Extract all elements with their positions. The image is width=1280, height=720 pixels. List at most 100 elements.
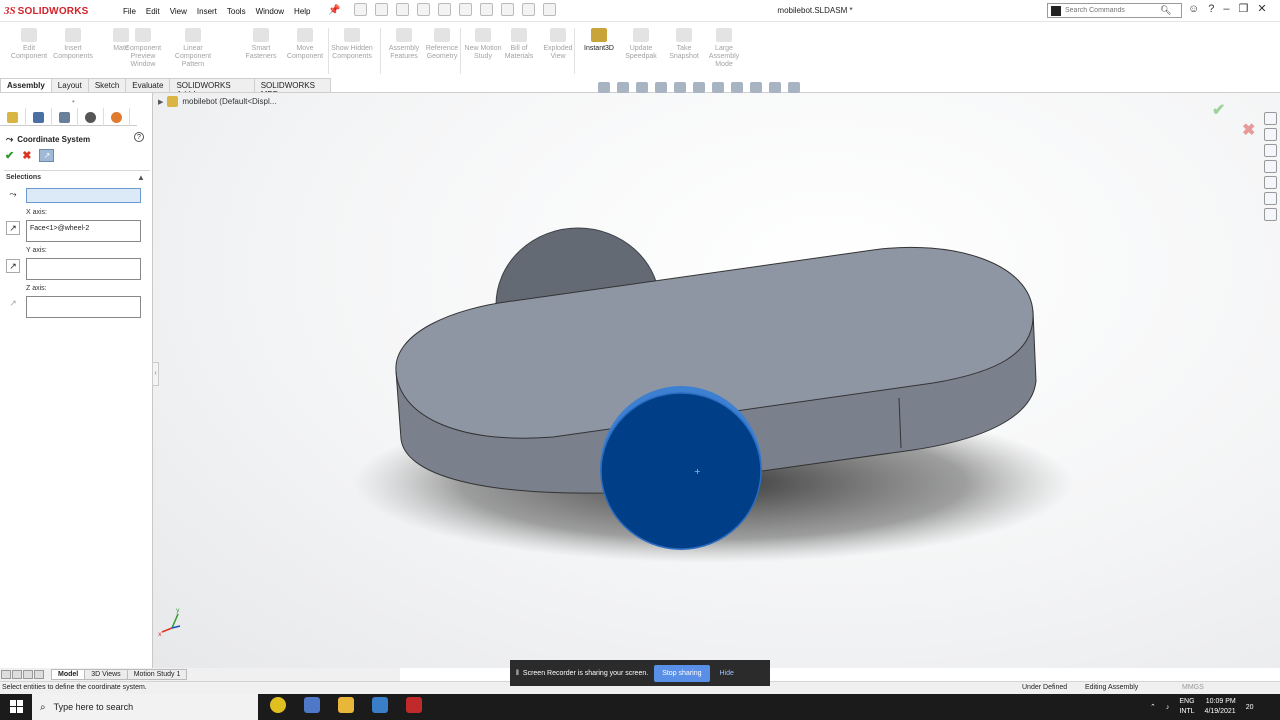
search-scope-icon[interactable] — [1051, 5, 1061, 16]
reverse-x-axis-icon[interactable]: ↗ — [6, 221, 20, 235]
tab-layout[interactable]: Layout — [50, 78, 89, 92]
prev-tab-icon[interactable] — [12, 670, 22, 679]
ribbon-button-assembly-features[interactable]: Assembly Features — [383, 24, 425, 61]
ribbon-button-edit-component[interactable]: Edit Component — [8, 24, 50, 61]
z-axis-selection-field[interactable] — [26, 296, 141, 318]
windows-start-icon[interactable] — [10, 700, 23, 713]
file-explorer-icon[interactable] — [338, 697, 354, 713]
selections-header[interactable]: Selections — [6, 174, 41, 181]
tab-addins[interactable]: SOLIDWORKS Add-Ins — [169, 78, 255, 99]
configuration-manager-tab[interactable] — [52, 108, 78, 126]
collapse-chevron-icon[interactable]: ▲ — [137, 173, 145, 182]
menu-insert[interactable]: Insert — [192, 7, 222, 16]
notifications-badge[interactable]: 20 — [1246, 704, 1254, 711]
help-icon[interactable]: ? — [1208, 3, 1214, 15]
minimize-button[interactable]: – — [1223, 3, 1229, 15]
ribbon-button-exploded-view[interactable]: Exploded View — [537, 24, 579, 61]
design-library-icon[interactable] — [1264, 128, 1277, 141]
ribbon-button-reference-geometry[interactable]: Reference Geometry — [421, 24, 463, 61]
graphics-area[interactable]: + — [153, 93, 1280, 668]
keep-visible-pin-icon[interactable]: ↗ — [39, 149, 55, 162]
origin-selection-field[interactable] — [26, 188, 141, 203]
tree-root-label[interactable]: mobilebot (Default<Displ... — [182, 97, 276, 106]
model-3d-view[interactable]: + — [153, 93, 1280, 668]
user-icon[interactable]: ☺ — [1188, 3, 1199, 15]
ribbon-button-update-speedpak[interactable]: Update Speedpak — [620, 24, 662, 61]
tab-assembly[interactable]: Assembly — [0, 78, 52, 92]
dimxpert-manager-tab[interactable] — [78, 108, 104, 126]
reverse-z-axis-icon[interactable]: ↗ — [6, 297, 20, 311]
view-palette-icon[interactable] — [1264, 160, 1277, 173]
file-explorer-icon[interactable] — [1264, 144, 1277, 157]
help-icon[interactable]: ? — [134, 132, 144, 142]
edit-appearance-icon[interactable] — [750, 82, 762, 93]
undo-icon[interactable] — [459, 3, 472, 16]
file-properties-icon[interactable] — [522, 3, 535, 16]
restore-button[interactable]: ❐ — [1238, 2, 1248, 15]
pin-menu-icon[interactable]: 📌 — [328, 5, 340, 17]
rebuild-icon[interactable] — [501, 3, 514, 16]
expand-arrow-icon[interactable]: ▶ — [158, 98, 163, 106]
new-document-icon[interactable] — [375, 3, 388, 16]
clock[interactable]: 10:09 PM 4/19/2021 — [1205, 697, 1236, 717]
view-settings-icon[interactable] — [788, 82, 800, 93]
appearances-icon[interactable] — [1264, 176, 1277, 189]
property-manager-tab[interactable] — [26, 108, 52, 126]
feature-tree-flyout[interactable]: ▶ mobilebot (Default<Displ... — [158, 96, 276, 107]
first-tab-icon[interactable] — [1, 670, 11, 679]
save-icon[interactable] — [417, 3, 430, 16]
ok-check-icon[interactable]: ✔ — [5, 149, 14, 162]
close-button[interactable]: ✕ — [1257, 2, 1266, 15]
chrome-icon[interactable] — [270, 697, 286, 713]
apply-scene-icon[interactable] — [769, 82, 781, 93]
options-gear-icon[interactable] — [543, 3, 556, 16]
menu-file[interactable]: File — [118, 7, 141, 16]
search-icon[interactable]: 🔍︎ — [1160, 5, 1171, 16]
view-orientation-icon[interactable] — [693, 82, 705, 93]
stop-sharing-button[interactable]: Stop sharing — [654, 664, 710, 682]
x-axis-selection-field[interactable]: Face<1>@wheel-2 — [26, 220, 141, 242]
search-input[interactable] — [1065, 7, 1160, 14]
ribbon-button-component-preview-window[interactable]: Component Preview Window — [122, 24, 164, 69]
reverse-y-axis-icon[interactable]: ↗ — [6, 259, 20, 273]
keyboard-layout[interactable]: ENG INTL — [1179, 697, 1194, 717]
display-manager-tab[interactable] — [104, 108, 130, 126]
solidworks-launcher-icon[interactable] — [304, 697, 320, 713]
ribbon-button-large-assembly-mode[interactable]: Large Assembly Mode — [703, 24, 745, 69]
tab-model[interactable]: Model — [51, 669, 86, 680]
tab-3d-views[interactable]: 3D Views — [84, 669, 128, 680]
zoom-to-fit-icon[interactable] — [598, 82, 610, 93]
section-view-icon[interactable] — [655, 82, 667, 93]
open-icon[interactable] — [396, 3, 409, 16]
ribbon-button-take-snapshot[interactable]: Take Snapshot — [663, 24, 705, 61]
ribbon-button-linear-component-pattern[interactable]: Linear Component Pattern — [172, 24, 214, 69]
home-icon[interactable] — [354, 3, 367, 16]
tray-chevron-icon[interactable]: ⌃ — [1150, 703, 1156, 711]
ribbon-button-bill-of-materials[interactable]: Bill of Materials — [498, 24, 540, 61]
solidworks-resources-icon[interactable] — [1264, 112, 1277, 125]
screen-recorder-icon[interactable] — [372, 697, 388, 713]
zoom-to-area-icon[interactable] — [617, 82, 629, 93]
feature-manager-tab[interactable] — [0, 108, 26, 126]
solidworks-logo[interactable]: 3S SOLIDWORKS — [4, 1, 100, 21]
ribbon-button-move-component[interactable]: Move Component — [284, 24, 326, 61]
menu-view[interactable]: View — [165, 7, 192, 16]
solidworks-2018-icon[interactable] — [406, 697, 422, 713]
tab-mbd[interactable]: SOLIDWORKS MBD — [253, 78, 331, 99]
custom-properties-icon[interactable] — [1264, 192, 1277, 205]
ribbon-button-insert-components[interactable]: Insert Components — [52, 24, 94, 61]
status-units[interactable]: MMGS — [1182, 684, 1204, 691]
panel-collapse-handle[interactable]: ‹ — [152, 362, 159, 386]
display-style-icon[interactable] — [712, 82, 724, 93]
ribbon-button-show-hidden-components[interactable]: Show Hidden Components — [331, 24, 373, 61]
front-wheel-selected[interactable] — [600, 392, 762, 550]
confirm-cancel-icon[interactable]: ✖ — [1242, 120, 1255, 140]
select-icon[interactable] — [480, 3, 493, 16]
previous-view-icon[interactable] — [636, 82, 648, 93]
forum-icon[interactable] — [1264, 208, 1277, 221]
panel-drag-handle[interactable]: • — [72, 97, 75, 106]
tab-evaluate[interactable]: Evaluate — [125, 78, 171, 92]
ribbon-button-smart-fasteners[interactable]: Smart Fasteners — [240, 24, 282, 61]
volume-icon[interactable]: ♪ — [1166, 704, 1170, 711]
print-icon[interactable] — [438, 3, 451, 16]
